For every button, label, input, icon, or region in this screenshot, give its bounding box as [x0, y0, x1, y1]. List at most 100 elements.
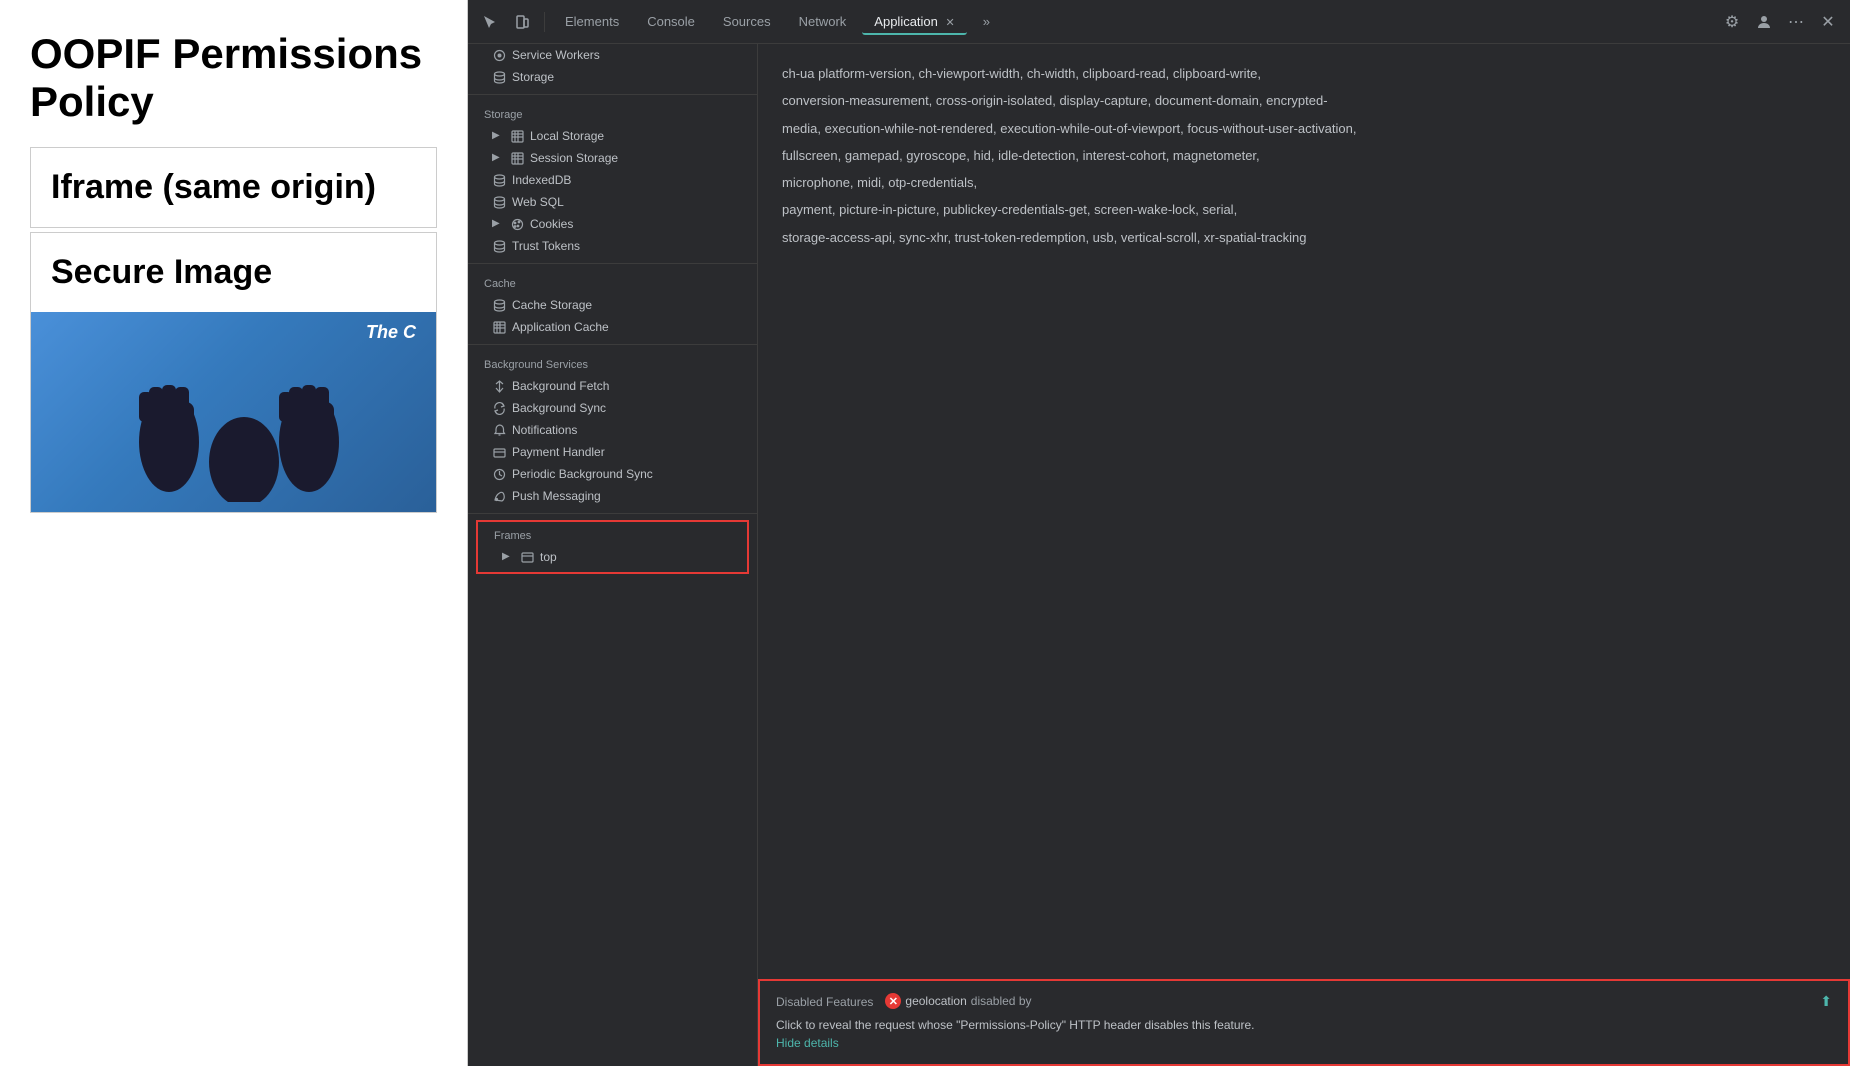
sidebar-item-web-sql[interactable]: Web SQL [468, 191, 757, 213]
info-link-icon[interactable]: ⬆ [1820, 993, 1832, 1010]
background-fetch-icon [492, 379, 506, 393]
cache-storage-icon [492, 298, 506, 312]
disabled-detail-text: Click to reveal the request whose "Permi… [776, 1016, 1832, 1034]
application-cache-label: Application Cache [512, 320, 609, 334]
sidebar-item-push-messaging[interactable]: Push Messaging [468, 485, 757, 507]
devtools-topbar: Elements Console Sources Network Applica… [468, 0, 1850, 44]
tab-application[interactable]: Application ✕ [862, 8, 966, 35]
disabled-by-text: disabled by [971, 994, 1032, 1008]
cursor-tool-icon[interactable] [476, 8, 504, 36]
webpage-panel: OOPIF Permissions Policy Iframe (same or… [0, 0, 468, 1066]
local-storage-label: Local Storage [530, 129, 604, 143]
permissions-policy-text: ch-ua platform-version, ch-viewport-widt… [782, 60, 1362, 251]
trust-tokens-label: Trust Tokens [512, 239, 580, 253]
disabled-features-label: Disabled Features [776, 993, 873, 1009]
periodic-background-sync-icon [492, 467, 506, 481]
session-storage-icon [510, 151, 524, 165]
indexeddb-icon [492, 173, 506, 187]
periodic-background-sync-label: Periodic Background Sync [512, 467, 653, 481]
push-messaging-label: Push Messaging [512, 489, 601, 503]
top-frame-label: top [540, 550, 557, 564]
image-svg [84, 322, 384, 502]
divider-3 [468, 344, 757, 345]
top-frame-icon [520, 550, 534, 564]
sidebar-item-periodic-background-sync[interactable]: Periodic Background Sync [468, 463, 757, 485]
permissions-text-content: ch-ua platform-version, ch-viewport-widt… [782, 66, 1261, 81]
devtools-body: Service Workers Storage Storage ▶ Local … [468, 44, 1850, 1066]
divider-2 [468, 263, 757, 264]
tab-elements[interactable]: Elements [553, 8, 631, 35]
indexeddb-label: IndexedDB [512, 173, 571, 187]
web-sql-label: Web SQL [512, 195, 564, 209]
sidebar-item-top-frame[interactable]: ▶ top [478, 546, 747, 568]
iframe-section: Iframe (same origin) [30, 147, 437, 228]
sidebar-item-cookies[interactable]: ▶ Cookies [468, 213, 757, 235]
local-storage-icon [510, 129, 524, 143]
payment-handler-icon [492, 445, 506, 459]
top-frame-arrow: ▶ [502, 551, 514, 563]
background-services-header: Background Services [468, 351, 757, 375]
sidebar-item-cache-storage[interactable]: Cache Storage [468, 294, 757, 316]
sidebar-item-payment-handler[interactable]: Payment Handler [468, 441, 757, 463]
more-options-icon[interactable]: ⋯ [1782, 8, 1810, 36]
notifications-icon [492, 423, 506, 437]
sidebar-item-session-storage[interactable]: ▶ Session Storage [468, 147, 757, 169]
divider-1 [468, 94, 757, 95]
tab-network[interactable]: Network [787, 8, 859, 35]
topbar-separator-1 [544, 12, 545, 32]
web-sql-icon [492, 195, 506, 209]
tab-application-close[interactable]: ✕ [946, 17, 955, 29]
cookies-label: Cookies [530, 217, 573, 231]
sidebar-item-service-workers[interactable]: Service Workers [468, 44, 757, 66]
image-overlay-text: The C [366, 322, 416, 343]
background-sync-icon [492, 401, 506, 415]
hide-details-link[interactable]: Hide details [776, 1036, 839, 1050]
device-tool-icon[interactable] [508, 8, 536, 36]
trust-tokens-icon [492, 239, 506, 253]
profile-icon[interactable] [1750, 8, 1778, 36]
cache-section-header: Cache [468, 270, 757, 294]
notifications-label: Notifications [512, 423, 577, 437]
sidebar-item-application-cache[interactable]: Application Cache [468, 316, 757, 338]
service-workers-icon [492, 48, 506, 62]
feature-name: geolocation [905, 994, 966, 1008]
cache-storage-label: Cache Storage [512, 298, 592, 312]
storage-icon [492, 70, 506, 84]
sidebar-item-local-storage[interactable]: ▶ Local Storage [468, 125, 757, 147]
iframe-title: Iframe (same origin) [31, 148, 436, 227]
secure-image: The C [31, 312, 436, 512]
storage-section-header: Storage [468, 101, 757, 125]
sidebar-item-background-sync[interactable]: Background Sync [468, 397, 757, 419]
sidebar-item-trust-tokens[interactable]: Trust Tokens [468, 235, 757, 257]
divider-4 [468, 513, 757, 514]
image-section-title: Secure Image [31, 233, 436, 312]
devtools-sidebar: Service Workers Storage Storage ▶ Local … [468, 44, 758, 1066]
frames-header: Frames [478, 526, 747, 546]
image-section: Secure Image [30, 232, 437, 513]
background-sync-label: Background Sync [512, 401, 606, 415]
sidebar-item-background-fetch[interactable]: Background Fetch [468, 375, 757, 397]
disabled-feature-tag: ✕ geolocation disabled by [885, 993, 1031, 1009]
application-cache-icon [492, 320, 506, 334]
background-fetch-label: Background Fetch [512, 379, 609, 393]
tab-more[interactable]: » [971, 8, 1002, 35]
settings-icon[interactable]: ⚙ [1718, 8, 1746, 36]
sidebar-item-indexeddb[interactable]: IndexedDB [468, 169, 757, 191]
session-storage-label: Session Storage [530, 151, 618, 165]
close-devtools-icon[interactable]: ✕ [1814, 8, 1842, 36]
push-messaging-icon [492, 489, 506, 503]
tab-sources[interactable]: Sources [711, 8, 783, 35]
storage-label: Storage [512, 70, 554, 84]
disabled-features-box: Disabled Features ✕ geolocation disabled… [758, 979, 1850, 1066]
tab-console[interactable]: Console [635, 8, 707, 35]
session-storage-arrow: ▶ [492, 152, 504, 164]
service-workers-label: Service Workers [512, 48, 600, 62]
cookies-icon [510, 217, 524, 231]
devtools-panel: Elements Console Sources Network Applica… [468, 0, 1850, 1066]
sidebar-item-storage[interactable]: Storage [468, 66, 757, 88]
cookies-arrow: ▶ [492, 218, 504, 230]
main-content-area: ch-ua platform-version, ch-viewport-widt… [758, 44, 1850, 267]
local-storage-arrow: ▶ [492, 130, 504, 142]
frames-section: Frames ▶ top [476, 520, 749, 574]
sidebar-item-notifications[interactable]: Notifications [468, 419, 757, 441]
